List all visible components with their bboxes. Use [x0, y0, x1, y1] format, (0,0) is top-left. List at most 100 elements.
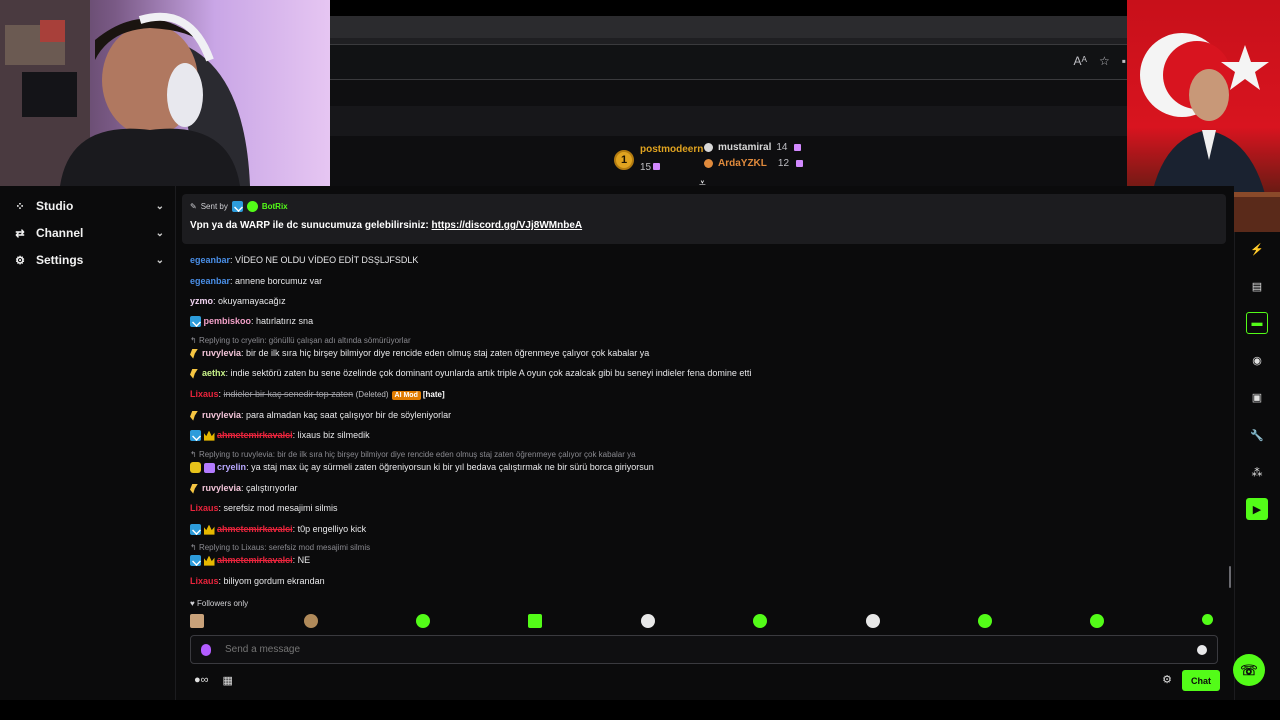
sidebar-item-studio[interactable]: ⁘ Studio ⌄ — [14, 194, 164, 218]
reply-text: Replying to ruvylevia: bir de ilk sıra h… — [198, 450, 636, 459]
kick-badge-icon — [190, 555, 201, 567]
chat-username[interactable]: ahmetemirkavalci — [217, 555, 293, 565]
chat-username[interactable]: cryelin — [217, 462, 246, 472]
clips-icon[interactable]: ▶ — [1246, 498, 1268, 520]
chat-message: ruvylevia: para almadan kaç saat çalışıy… — [190, 410, 451, 421]
chevron-down-icon: ⌄ — [155, 227, 164, 239]
chat-username[interactable]: Lixaus — [190, 389, 219, 399]
chat-message: egeanbar: annene borcumuz var — [190, 276, 323, 286]
chat-message: ahmetemirkavalci: NE — [190, 555, 311, 567]
ai-mod-badge: AI Mod — [391, 391, 421, 400]
emote-kick-white-icon[interactable] — [641, 614, 655, 628]
chat-text: indie sektörü zaten bu sene özelinde çok… — [230, 368, 752, 378]
gift-icon — [796, 160, 804, 167]
quick-actions-icon[interactable]: ⚡ — [1246, 238, 1268, 260]
leaderboard-second-name[interactable]: mustamiral — [718, 142, 771, 153]
chat-message: yzmo: okuyamayacağız — [190, 296, 286, 306]
extension-icon[interactable]: ▪ — [1122, 54, 1126, 68]
chat-scrollbar[interactable] — [1229, 566, 1231, 588]
favorite-star-icon[interactable]: ☆ — [1099, 54, 1110, 68]
support-headset-icon[interactable]: ☏ — [1233, 654, 1265, 686]
store-icon[interactable]: ▦ — [223, 674, 233, 687]
kick-badge-icon — [231, 201, 243, 212]
emote-kick-flat-icon[interactable] — [528, 614, 542, 628]
reply-context[interactable]: ↰ Replying to ruvylevia: bir de ilk sıra… — [190, 450, 636, 459]
creator-sidebar: ⁘ Studio ⌄ ⇄ Channel ⌄ ⚙ Settings ⌄ — [0, 186, 176, 700]
emote-kick-small-icon[interactable] — [1202, 614, 1213, 625]
chat-message: Lixaus: biliyom gordum ekrandan — [190, 576, 325, 586]
chat-input-box[interactable] — [190, 635, 1218, 664]
sidebar-item-label: Channel — [36, 226, 84, 240]
chat-username[interactable]: Lixaus — [190, 503, 219, 513]
crown-badge-icon — [203, 555, 215, 566]
chat-text: NE — [297, 555, 311, 565]
emote-kick-wink-icon[interactable] — [753, 614, 767, 628]
emote-kick-icon[interactable] — [416, 614, 430, 628]
broadcast-icon[interactable]: ◉ — [1246, 349, 1268, 371]
chat-text: serefsiz mod mesajimi silmis — [223, 503, 338, 513]
deleted-text: indieler bir kaç senedir top zaten — [223, 389, 354, 399]
emote-kick-grin-icon[interactable] — [1090, 614, 1104, 628]
chat-username[interactable]: pembiskoo — [204, 316, 252, 326]
chat-username[interactable]: ruvylevia — [202, 483, 241, 493]
gold-medal-icon: 1 — [614, 149, 634, 170]
chat-username[interactable]: ahmetemirkavalci — [217, 430, 293, 440]
emote-kick-smile-icon[interactable] — [978, 614, 992, 628]
chat-username[interactable]: ruvylevia — [202, 348, 241, 358]
chat-username[interactable]: Lixaus — [190, 576, 219, 586]
leaderboard-first-name[interactable]: postmodeern — [640, 144, 703, 155]
read-aloud-icon[interactable]: Aᴬ — [1074, 54, 1087, 68]
reply-context[interactable]: ↰ Replying to cryelin: gönüllü çalışan a… — [190, 336, 411, 345]
pin-icon: ✎ — [190, 202, 197, 211]
emote-cat-icon[interactable] — [304, 614, 318, 628]
notes-icon[interactable]: ▤ — [1246, 275, 1268, 297]
sidebar-item-channel[interactable]: ⇄ Channel ⌄ — [14, 221, 164, 245]
layers-icon[interactable]: ▣ — [1246, 386, 1268, 408]
reply-context[interactable]: ↰ Replying to Lixaus: serefsiz mod mesaj… — [190, 543, 370, 552]
emoji-picker-icon[interactable] — [1197, 644, 1207, 655]
chat-username[interactable]: yzmo — [190, 296, 213, 306]
chat-text: para almadan kaç saat çalışıyor bir de s… — [246, 410, 452, 420]
chat-message: cryelin: ya staj max üç ay sürmeli zaten… — [190, 462, 654, 474]
pickaxe-badge-icon — [190, 368, 198, 379]
microphone-icon[interactable] — [201, 643, 211, 656]
chat-toggle-icon[interactable]: ▬ — [1246, 312, 1268, 334]
chat-panel: ✎ Sent by BotRix Vpn ya da WARP ile dc s… — [176, 186, 1234, 700]
channel-icon: ⇄ — [15, 227, 25, 240]
page-header-strip — [330, 106, 1130, 136]
sidebar-item-settings[interactable]: ⚙ Settings ⌄ — [14, 248, 164, 272]
chat-username[interactable]: ruvylevia — [202, 410, 241, 420]
streamer-webcam — [0, 0, 330, 186]
silver-medal-icon — [704, 143, 713, 152]
leaderboard-third-name[interactable]: ArdaYZKL — [718, 158, 767, 169]
pickaxe-badge-icon — [190, 483, 198, 494]
pinned-sender-name[interactable]: BotRix — [262, 202, 288, 211]
chat-text: biliyom gordum ekrandan — [223, 576, 325, 586]
bottom-bar — [0, 700, 1280, 720]
chat-message-input[interactable] — [225, 644, 1197, 655]
channel-points-icon[interactable]: ●∞ — [194, 674, 209, 687]
chat-settings-gear-icon[interactable]: ⚙ — [1162, 673, 1172, 686]
emote-kick-ghost-icon[interactable] — [866, 614, 880, 628]
studio-icon: ⁘ — [15, 200, 25, 213]
send-chat-button[interactable]: Chat — [1182, 670, 1220, 691]
community-icon[interactable]: ⁂ — [1246, 461, 1268, 483]
chat-text: hatırlatırız sna — [256, 316, 314, 326]
chat-username[interactable]: ahmetemirkavalci — [217, 524, 293, 534]
address-bar[interactable] — [330, 44, 1130, 80]
pinned-message: ✎ Sent by BotRix Vpn ya da WARP ile dc s… — [182, 194, 1226, 244]
chat-username[interactable]: egeanbar — [190, 276, 230, 286]
subscriber-badge-icon — [203, 462, 215, 473]
browser-tab-bar — [330, 16, 1130, 38]
emote-dog-icon[interactable] — [190, 614, 204, 628]
leaderboard-third: ArdaYZKL 12 — [704, 158, 804, 169]
chat-text: lixaus biz silmedik — [297, 430, 370, 440]
chat-username[interactable]: egeanbar — [190, 255, 230, 265]
chat-username[interactable]: aethx — [202, 368, 226, 378]
leaderboard-third-count: 12 — [777, 158, 790, 169]
discord-link[interactable]: https://discord.gg/VJj8WMnbeA — [432, 220, 583, 231]
kick-badge-icon — [190, 524, 201, 536]
chat-message: pembiskoo: hatırlatırız sna — [190, 316, 314, 328]
wrench-icon[interactable]: 🔧 — [1246, 424, 1268, 446]
verified-badge-icon — [246, 201, 258, 212]
